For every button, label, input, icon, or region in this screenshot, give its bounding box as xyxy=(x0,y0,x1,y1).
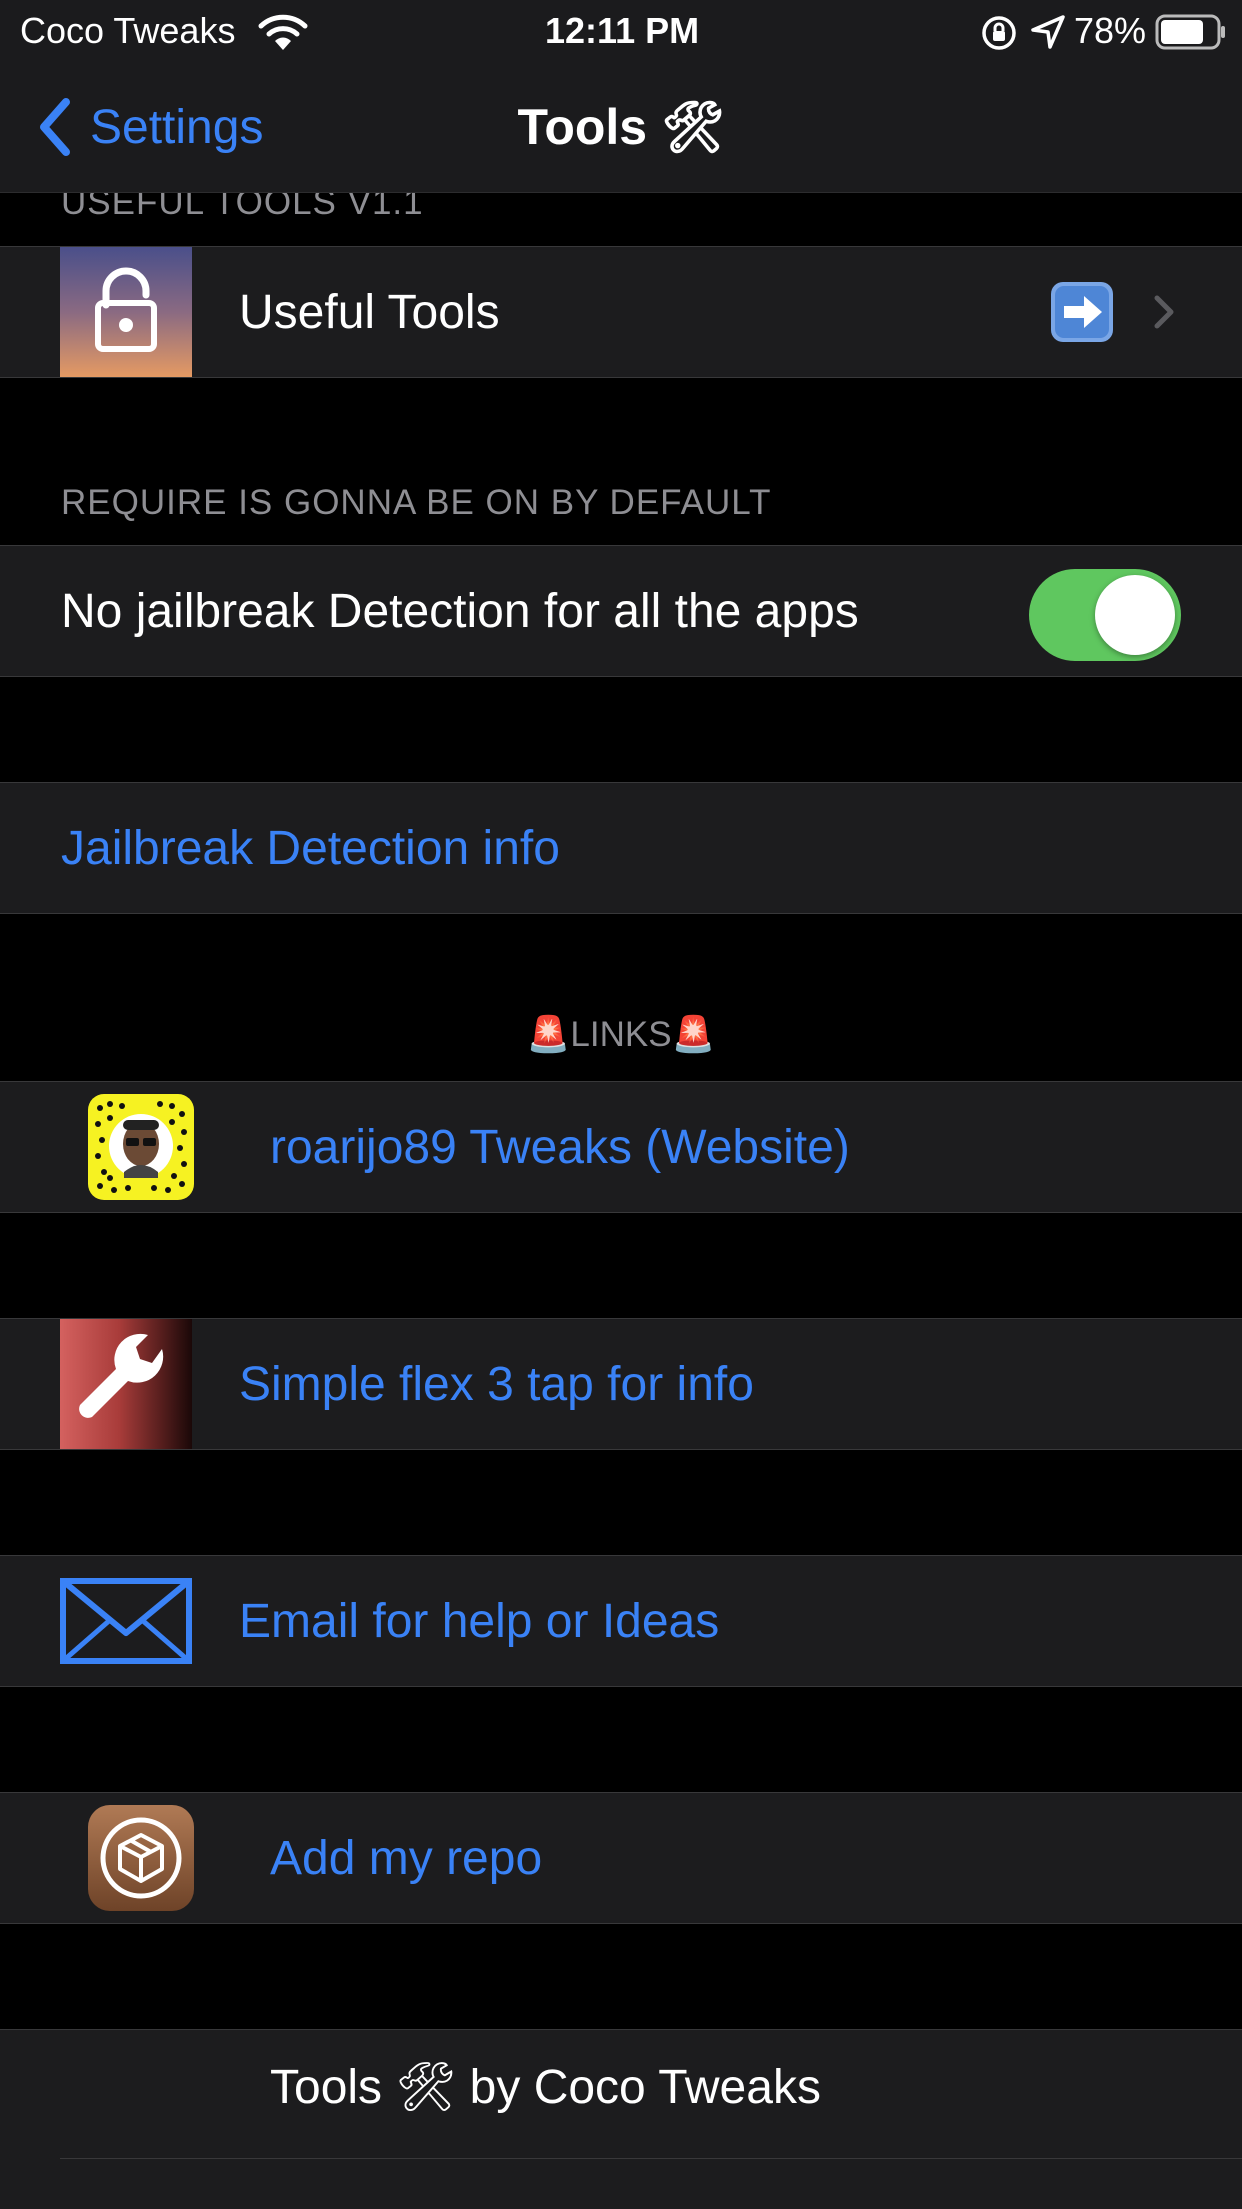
navigation-bar: Coco Tweaks 12:11 PM 78% Settings Tools … xyxy=(0,0,1242,193)
jailbreak-detection-info-link[interactable]: Jailbreak Detection info xyxy=(61,783,560,913)
clock: 12:11 PM xyxy=(545,10,700,51)
chevron-right-icon xyxy=(1152,294,1176,330)
no-jailbreak-detection-toggle[interactable] xyxy=(1029,569,1181,661)
divider xyxy=(60,2158,1242,2159)
snapcode-avatar-icon xyxy=(88,1094,194,1200)
wrench-icon xyxy=(60,1319,192,1449)
rotation-lock-icon xyxy=(980,14,1018,52)
footer-row: Tools 🛠 by Coco Tweaks xyxy=(0,2029,1242,2209)
useful-tools-row[interactable]: Useful Tools xyxy=(0,246,1242,378)
email-row[interactable]: Email for help or Ideas xyxy=(0,1555,1242,1687)
battery-icon xyxy=(1155,14,1227,50)
section-header-links: 🚨LINKS🚨 xyxy=(526,1015,716,1054)
location-arrow-icon xyxy=(1030,14,1066,50)
page-title: Tools 🛠 xyxy=(517,98,725,155)
carrier-label: Coco Tweaks xyxy=(20,10,236,51)
useful-tools-label: Useful Tools xyxy=(239,285,500,339)
no-jailbreak-detection-label: No jailbreak Detection for all the apps xyxy=(61,584,859,638)
envelope-icon xyxy=(60,1578,192,1664)
cydia-icon xyxy=(88,1805,194,1911)
section-header-require: REQUIRE IS GONNA BE ON BY DEFAULT xyxy=(61,483,772,522)
no-jailbreak-detection-row: No jailbreak Detection for all the apps xyxy=(0,545,1242,677)
website-link[interactable]: roarijo89 Tweaks (Website) xyxy=(270,1082,850,1212)
add-repo-row[interactable]: Add my repo xyxy=(0,1792,1242,1924)
email-link[interactable]: Email for help or Ideas xyxy=(239,1556,719,1686)
simple-flex-link[interactable]: Simple flex 3 tap for info xyxy=(239,1319,754,1449)
footer-label: Tools 🛠 by Coco Tweaks xyxy=(270,2061,821,2114)
right-arrow-icon xyxy=(1050,281,1114,343)
website-row[interactable]: roarijo89 Tweaks (Website) xyxy=(0,1081,1242,1213)
simple-flex-row[interactable]: Simple flex 3 tap for info xyxy=(0,1318,1242,1450)
jailbreak-detection-info-row[interactable]: Jailbreak Detection info xyxy=(0,782,1242,914)
battery-percent: 78% xyxy=(1074,10,1147,51)
lock-icon xyxy=(60,247,192,377)
add-repo-link[interactable]: Add my repo xyxy=(270,1793,542,1923)
wifi-icon xyxy=(258,12,308,52)
toggle-knob xyxy=(1095,575,1175,655)
